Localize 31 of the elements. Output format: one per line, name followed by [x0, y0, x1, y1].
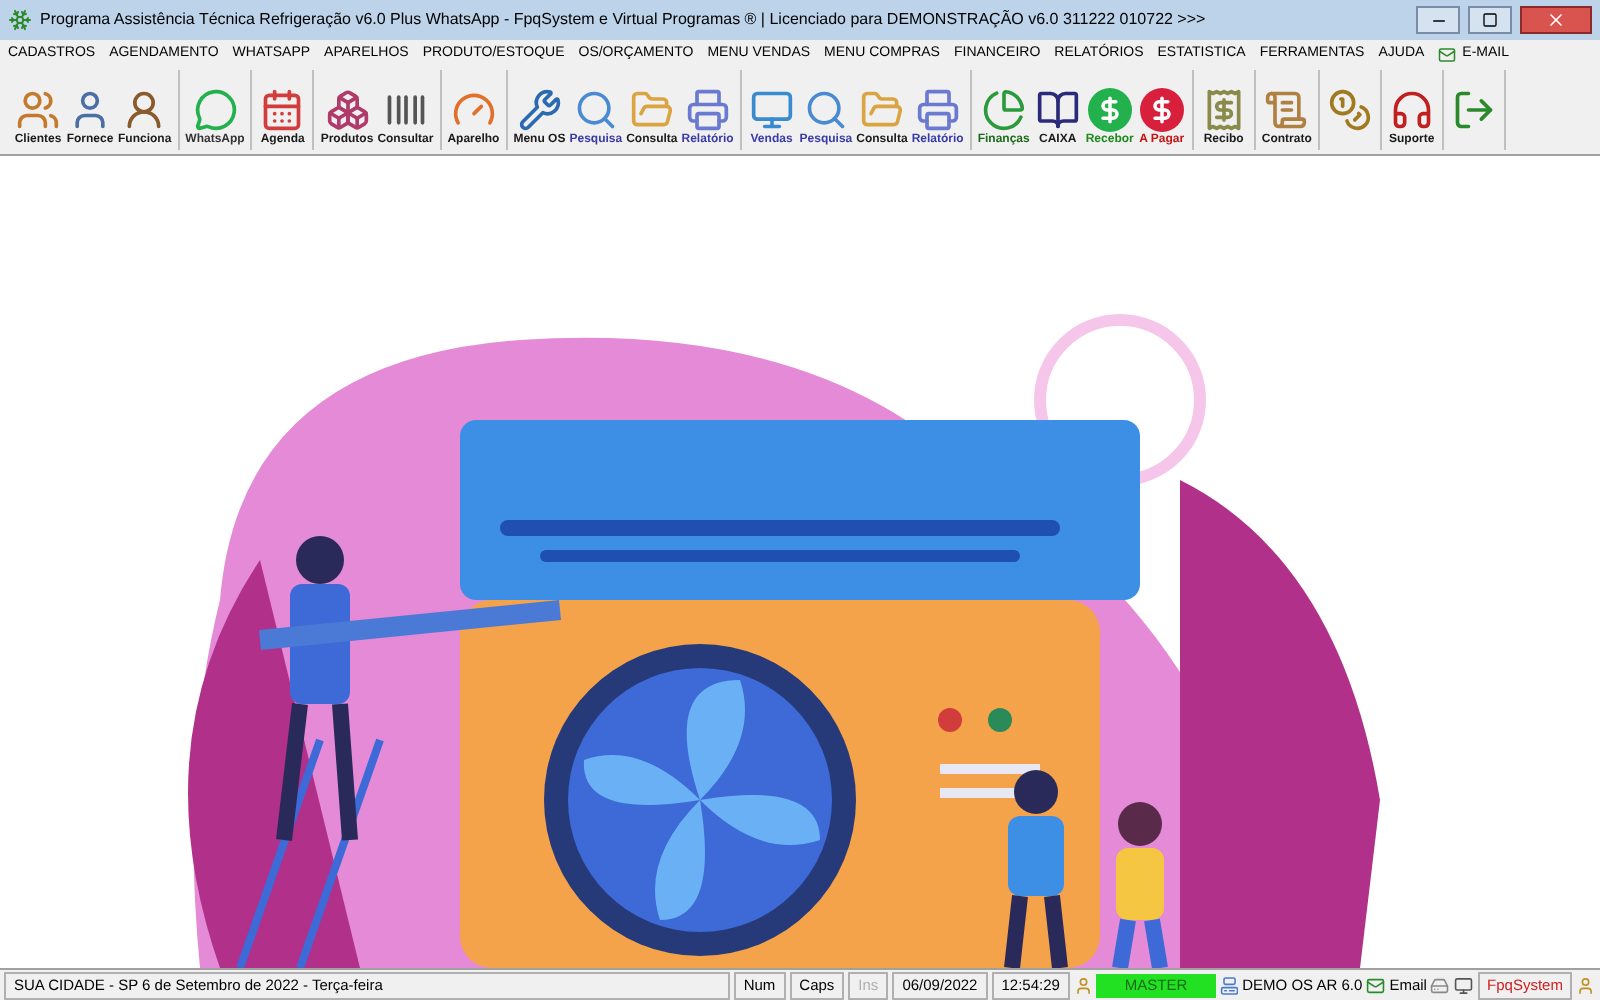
search-icon: [803, 88, 848, 132]
pie-chart-icon: [981, 88, 1026, 132]
chat-bubble-icon: [193, 88, 237, 132]
maximize-icon: [1482, 12, 1498, 28]
folder-icon: [629, 88, 674, 132]
maximize-button[interactable]: [1468, 6, 1512, 34]
mail-icon: [1438, 45, 1457, 63]
dollar-icon: [1087, 88, 1132, 132]
folder-icon: [859, 88, 904, 132]
coins-icon: [1327, 88, 1372, 132]
app-icon: [8, 8, 32, 32]
close-button[interactable]: [1520, 6, 1592, 34]
close-icon: [1546, 10, 1566, 30]
printer-icon: [915, 88, 960, 132]
calendar-icon: [260, 88, 305, 132]
window-title: Programa Assistência Técnica Refrigeração v6.0 Plus WhatsApp - FpqSystem e Virtual Programas ® | Licenciado para DEMONSTRAÇÃO v6.0 311222 010722 >>>: [40, 8, 1208, 32]
user-icon: [1576, 975, 1596, 995]
monitor-icon: [1453, 975, 1474, 995]
exit-icon: [1451, 88, 1496, 132]
people-icon: [16, 88, 60, 132]
wrench-icon: [517, 88, 562, 132]
monitor-icon: [749, 88, 794, 132]
headset-icon: [1389, 88, 1434, 132]
boxes-icon: [325, 88, 370, 132]
user-icon: [1073, 975, 1093, 995]
dollar-icon: [1139, 88, 1184, 132]
scroll-icon: [1264, 88, 1309, 132]
mail-icon: [1366, 975, 1386, 995]
book-icon: [1035, 88, 1080, 132]
printer-icon: [685, 88, 730, 132]
search-icon: [573, 88, 618, 132]
